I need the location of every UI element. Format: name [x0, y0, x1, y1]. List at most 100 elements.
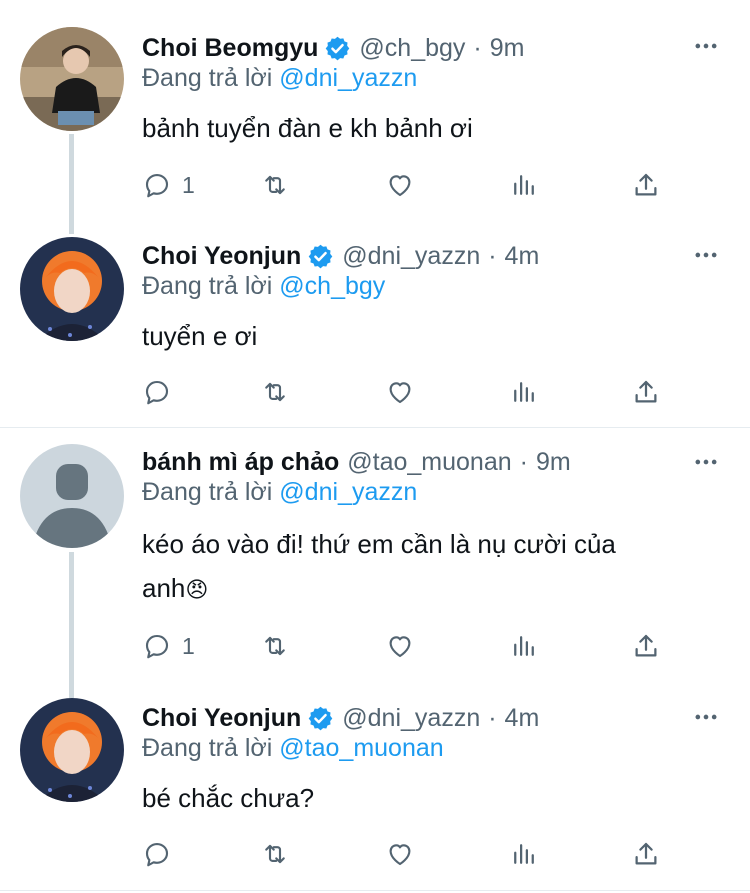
tweet[interactable]: Choi Beomgyu @ch_bgy · 9m Đang trả lời @…: [0, 0, 750, 234]
avatar-yeonjun[interactable]: [20, 237, 124, 341]
like-icon: [385, 631, 415, 661]
mention-link[interactable]: @dni_yazzn: [279, 478, 417, 506]
mention-link[interactable]: @tao_muonan: [279, 734, 443, 762]
replying-to: Đang trả lời @ch_bgy: [142, 272, 385, 301]
more-icon[interactable]: [692, 32, 720, 60]
like-button[interactable]: [385, 631, 415, 661]
share-button[interactable]: [631, 170, 661, 200]
handle[interactable]: @dni_yazzn: [342, 704, 480, 733]
display-name[interactable]: bánh mì áp chảo: [142, 448, 339, 477]
reply-count: 1: [182, 171, 195, 198]
separator-dot: ·: [488, 703, 497, 732]
thread-line: [69, 134, 74, 234]
action-bar: 1: [142, 631, 682, 665]
analytics-button[interactable]: [509, 631, 539, 661]
action-bar: [142, 377, 682, 411]
tweet-text: bảnh tuyển đàn e kh bảnh ơi: [142, 113, 473, 143]
reply-icon: [142, 631, 172, 661]
retweet-icon: [260, 170, 290, 200]
analytics-icon: [509, 631, 539, 661]
tweet-text-line-part: anh: [142, 573, 186, 603]
share-button[interactable]: [631, 631, 661, 661]
verified-icon: [324, 35, 351, 62]
share-icon: [631, 631, 661, 661]
tweet[interactable]: Choi Yeonjun @dni_yazzn · 4m Đang trả lờ…: [0, 690, 750, 890]
replying-label: Đang trả lời: [142, 64, 273, 92]
share-button[interactable]: [631, 839, 661, 869]
like-icon: [385, 170, 415, 200]
tweet-text-line: kéo áo vào đi! thứ em cần là nụ cười của: [142, 529, 616, 559]
timestamp[interactable]: 9m: [536, 448, 571, 477]
more-icon[interactable]: [692, 241, 720, 269]
tweet-header: Choi Yeonjun @dni_yazzn · 4m: [142, 236, 539, 276]
share-icon: [631, 377, 661, 407]
tweet-header: Choi Beomgyu @ch_bgy · 9m: [142, 28, 524, 68]
like-icon: [385, 377, 415, 407]
mention-link[interactable]: @ch_bgy: [279, 272, 385, 300]
separator-dot: ·: [473, 33, 482, 62]
analytics-button[interactable]: [509, 377, 539, 407]
reply-button[interactable]: [142, 377, 172, 407]
share-icon: [631, 839, 661, 869]
verified-icon: [307, 705, 334, 732]
like-icon: [385, 839, 415, 869]
display-name[interactable]: Choi Beomgyu: [142, 34, 318, 63]
tweet[interactable]: Choi Yeonjun @dni_yazzn · 4m Đang trả lờ…: [0, 227, 750, 427]
retweet-icon: [260, 631, 290, 661]
retweet-button[interactable]: [260, 377, 290, 407]
timestamp[interactable]: 4m: [505, 242, 540, 271]
analytics-button[interactable]: [509, 170, 539, 200]
retweet-button[interactable]: [260, 631, 290, 661]
retweet-icon: [260, 377, 290, 407]
tweet-header: Choi Yeonjun @dni_yazzn · 4m: [142, 698, 539, 738]
handle[interactable]: @dni_yazzn: [342, 242, 480, 271]
reply-button[interactable]: 1: [142, 170, 195, 200]
replying-label: Đang trả lời: [142, 478, 273, 506]
avatar-yeonjun[interactable]: [20, 698, 124, 802]
retweet-icon: [260, 839, 290, 869]
handle[interactable]: @ch_bgy: [359, 34, 465, 63]
reply-button[interactable]: 1: [142, 631, 195, 661]
analytics-button[interactable]: [509, 839, 539, 869]
reply-icon: [142, 377, 172, 407]
replying-to: Đang trả lời @dni_yazzn: [142, 64, 417, 93]
reply-button[interactable]: [142, 839, 172, 869]
tweet[interactable]: bánh mì áp chảo @tao_muonan · 9m Đang tr…: [0, 428, 750, 698]
more-icon[interactable]: [692, 703, 720, 731]
tweet-text-line: anh😠: [142, 566, 616, 612]
like-button[interactable]: [385, 170, 415, 200]
share-icon: [631, 170, 661, 200]
replying-label: Đang trả lời: [142, 272, 273, 300]
more-icon[interactable]: [692, 448, 720, 476]
handle[interactable]: @tao_muonan: [347, 448, 511, 477]
angry-face-emoji: 😠: [185, 577, 209, 602]
reply-icon: [142, 839, 172, 869]
separator-dot: ·: [519, 447, 528, 476]
share-button[interactable]: [631, 377, 661, 407]
like-button[interactable]: [385, 377, 415, 407]
timestamp[interactable]: 9m: [490, 34, 525, 63]
avatar-default[interactable]: [20, 444, 124, 548]
analytics-icon: [509, 170, 539, 200]
reply-icon: [142, 170, 172, 200]
verified-icon: [307, 243, 334, 270]
separator-dot: ·: [488, 241, 497, 270]
avatar-beomgyu[interactable]: [20, 27, 124, 131]
action-bar: 1: [142, 170, 682, 204]
replying-to: Đang trả lời @tao_muonan: [142, 734, 444, 763]
timestamp[interactable]: 4m: [505, 704, 540, 733]
analytics-icon: [509, 377, 539, 407]
thread-line: [69, 552, 74, 698]
replying-to: Đang trả lời @dni_yazzn: [142, 478, 417, 507]
display-name[interactable]: Choi Yeonjun: [142, 704, 301, 733]
tweet-header: bánh mì áp chảo @tao_muonan · 9m: [142, 442, 571, 482]
retweet-button[interactable]: [260, 170, 290, 200]
retweet-button[interactable]: [260, 839, 290, 869]
action-bar: [142, 839, 682, 873]
replying-label: Đang trả lời: [142, 734, 273, 762]
tweet-text: bé chắc chưa?: [142, 783, 315, 813]
mention-link[interactable]: @dni_yazzn: [279, 64, 417, 92]
like-button[interactable]: [385, 839, 415, 869]
bottom-divider: [0, 890, 750, 891]
display-name[interactable]: Choi Yeonjun: [142, 242, 301, 271]
